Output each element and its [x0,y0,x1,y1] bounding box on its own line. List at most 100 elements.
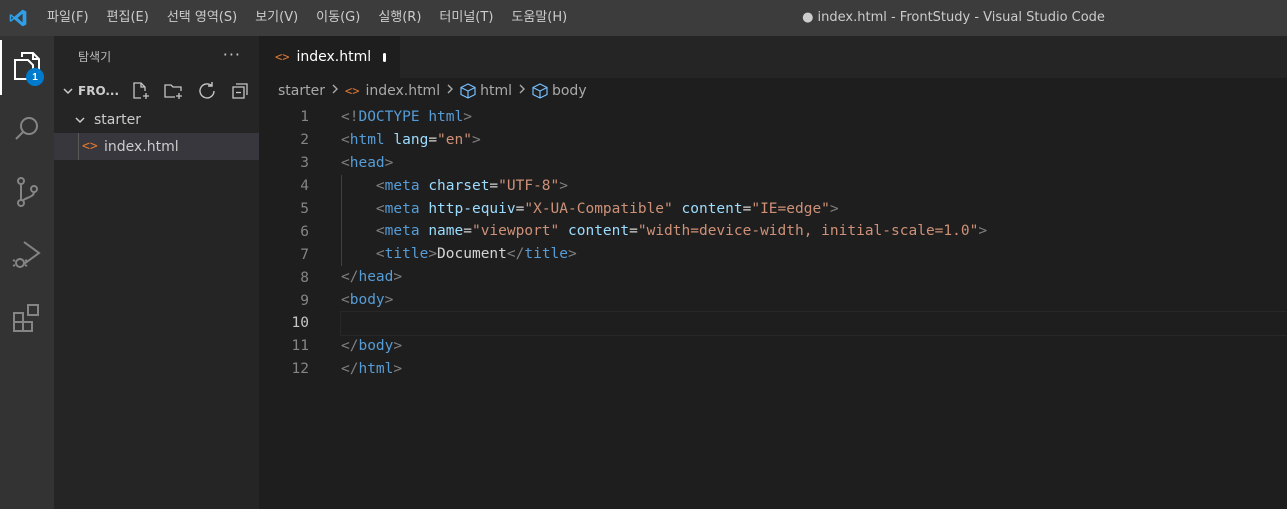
code-token: charset [428,177,490,194]
run-debug-icon [12,239,42,275]
html-file-icon: <> [275,50,290,64]
run-debug-button[interactable] [0,225,54,288]
code-line-content: <title>Document</title> [341,243,1287,266]
code-token: "IE=edge" [751,200,830,217]
breadcrumb-html[interactable]: html [480,83,512,99]
breadcrumb-body[interactable]: body [552,83,587,99]
code-line[interactable]: 11 </body> [259,335,1287,358]
more-actions-icon[interactable]: ··· [223,45,241,64]
chevron-down-icon [72,114,88,126]
collapse-all-icon[interactable] [229,80,251,102]
workspace-section-header[interactable]: FRO... [54,76,259,106]
chevron-right-icon [330,83,340,99]
code-token: </ [341,360,359,377]
line-number: 10 [291,315,309,332]
code-token: < [341,154,350,171]
breadcrumb-file[interactable]: index.html [365,83,440,99]
new-folder-icon[interactable] [163,80,185,102]
tab-label: index.html [296,49,372,65]
menu-run[interactable]: 실행(R) [369,0,430,36]
tab-index-html[interactable]: <> index.html [259,36,400,78]
code-line-content: <!DOCTYPE html> [341,106,1287,129]
html-file-icon: <> [82,139,98,154]
code-token: > [829,200,839,217]
tree-file-label: index.html [104,138,179,155]
code-line-content: </html> [341,358,1287,381]
code-line[interactable]: 3 <head> [259,152,1287,175]
line-number: 6 [300,223,309,240]
code-line[interactable]: 7 <title>Document</title> [259,243,1287,267]
code-line[interactable]: 12 </html> [259,358,1287,381]
code-token: < [375,177,385,194]
code-token: > [384,154,394,171]
tree-folder-label: starter [94,111,141,128]
code-token: "en" [437,131,472,148]
code-line[interactable]: 10 [259,311,1287,336]
line-number: 12 [291,361,309,378]
menu-file[interactable]: 파일(F) [38,0,98,36]
code-line[interactable]: 2 <html lang="en"> [259,129,1287,152]
code-token: meta [384,177,420,194]
sidebar-header: 탐색기 ··· [54,36,259,76]
new-file-icon[interactable] [130,80,152,102]
search-icon [13,115,41,147]
tree-file-index-html[interactable]: <> index.html [54,133,259,160]
code-line[interactable]: 8 </head> [259,266,1287,289]
code-line[interactable]: 4 <meta charset="UTF-8"> [259,174,1287,198]
code-line[interactable]: 9 <body> [259,289,1287,312]
search-button[interactable] [0,99,54,162]
code-token: </ [341,269,359,286]
code-token: > [428,246,438,263]
menu-edit[interactable]: 편집(E) [98,0,158,36]
code-editor[interactable]: 1 <!DOCTYPE html> 2 <html lang="en"> 3 <head>… [259,106,1287,381]
code-line[interactable]: 6 <meta name="viewport" content="width=d… [259,220,1287,244]
unsaved-dot-icon[interactable] [383,52,386,62]
code-token: > [463,109,472,125]
code-token: meta [384,200,420,217]
editor-area: <> index.html starter <> index.html html… [259,36,1287,509]
code-token: body [349,292,385,309]
line-number: 5 [300,201,309,217]
code-token: </ [506,246,525,263]
line-number: 11 [291,338,309,355]
line-number: 1 [300,109,309,126]
code-line-content [340,311,1287,336]
tree-folder-starter[interactable]: starter [54,106,259,133]
menu-terminal[interactable]: 터미널(T) [430,0,502,36]
tree-indent-guide [78,133,79,160]
code-line[interactable]: 1 <!DOCTYPE html> [259,106,1287,129]
menu-go[interactable]: 이동(G) [307,0,369,36]
code-token: html [358,360,394,377]
code-token: > [384,292,394,309]
code-token: > [978,223,988,240]
code-token: < [341,131,350,148]
breadcrumb: starter <> index.html html body [259,78,1287,104]
code-line-content: <html lang="en"> [341,129,1287,152]
explorer-sidebar: 탐색기 ··· FRO... starter <> index.html [54,36,259,509]
code-token: = [463,223,472,240]
extensions-button[interactable] [0,288,54,351]
code-token: http-equiv [428,200,516,217]
menu-view[interactable]: 보기(V) [246,0,307,36]
code-token: </ [341,337,359,354]
breadcrumb-folder[interactable]: starter [278,83,325,99]
code-token: = [428,131,438,148]
chevron-right-icon [445,83,455,99]
line-number: 7 [300,246,309,263]
code-line-content: <body> [341,289,1287,312]
source-control-button[interactable] [0,162,54,225]
menu-selection[interactable]: 선택 영역(S) [158,0,246,36]
line-number: 9 [300,292,309,309]
explorer-button[interactable]: 1 [0,36,54,99]
code-token: > [471,131,481,148]
refresh-icon[interactable] [196,80,218,102]
code-line[interactable]: 5 <meta http-equiv="X-UA-Compatible" con… [259,197,1287,221]
source-control-icon [13,176,41,212]
menu-help[interactable]: 도움말(H) [502,0,576,36]
line-number: 8 [300,269,309,286]
